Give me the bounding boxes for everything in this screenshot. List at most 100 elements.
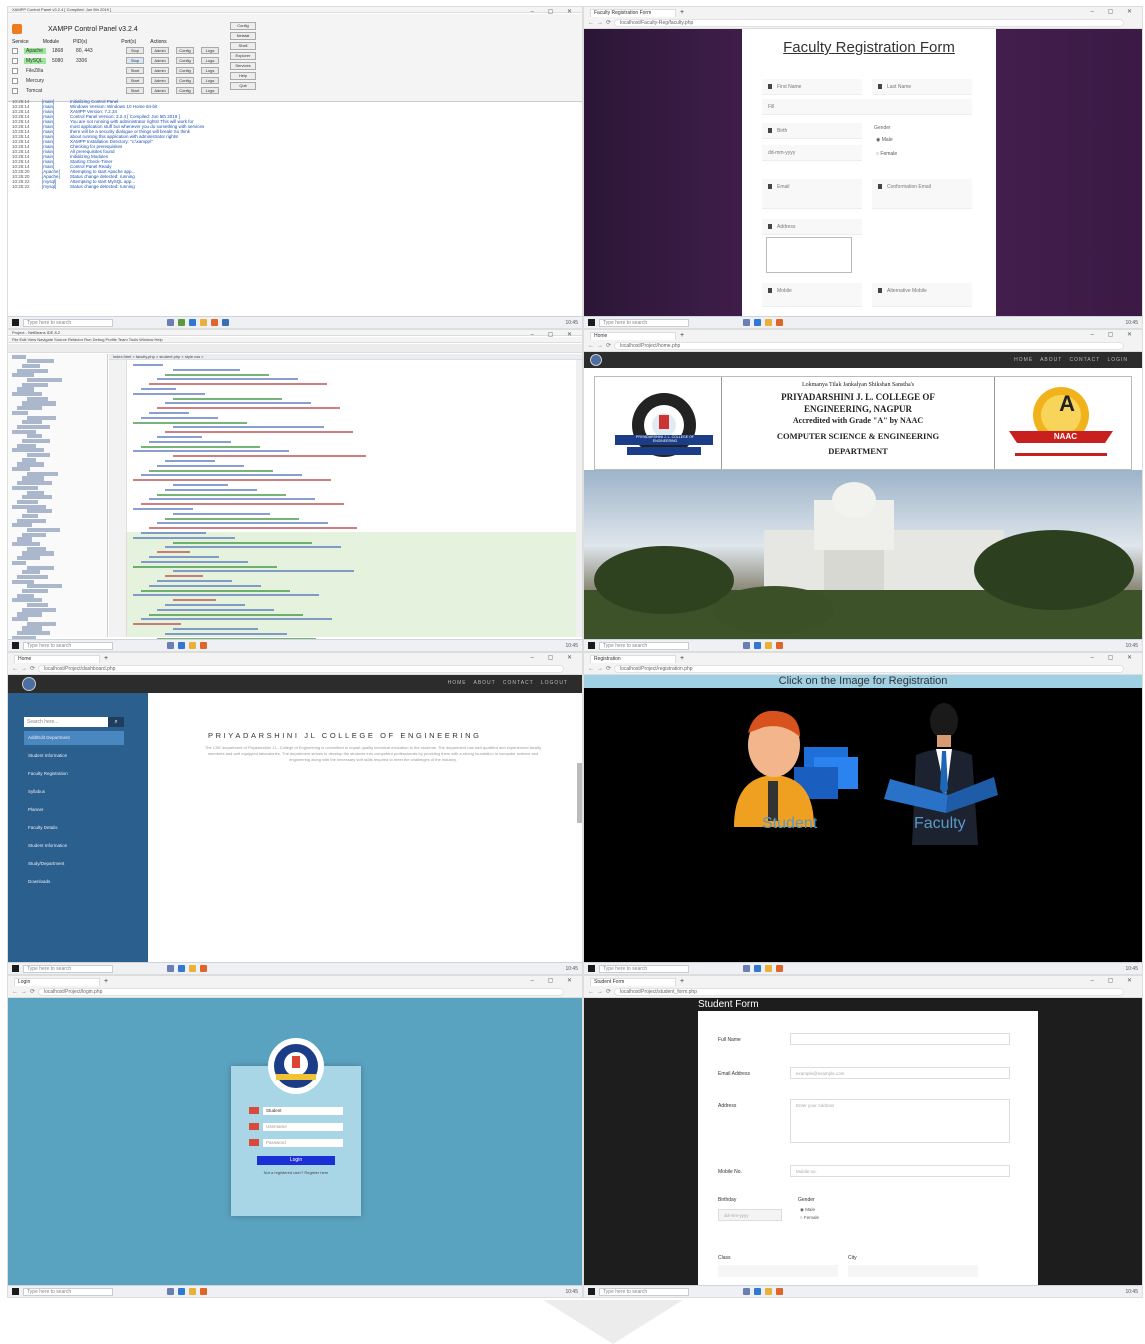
nav-contact[interactable]: CONTACT <box>503 680 534 686</box>
tree-node[interactable] <box>12 617 28 622</box>
nav-contact[interactable]: CONTACT <box>1069 357 1100 363</box>
browser-tab[interactable]: Student Form <box>590 978 676 986</box>
browser-icon[interactable] <box>754 319 761 326</box>
windows-start-icon[interactable] <box>12 642 19 649</box>
tree-node[interactable] <box>12 373 34 378</box>
sidebar-menu-item[interactable]: Faculty Details <box>24 821 124 835</box>
folder-icon[interactable] <box>189 965 196 972</box>
service-checkbox[interactable] <box>12 58 18 64</box>
task-view-icon[interactable] <box>167 965 174 972</box>
tree-node[interactable] <box>27 396 48 401</box>
windows-start-icon[interactable] <box>588 642 595 649</box>
site-logo-icon[interactable] <box>22 677 36 691</box>
help-button[interactable]: Help <box>230 72 256 80</box>
xampp-task-icon[interactable] <box>776 1288 783 1295</box>
sidebar-search-input[interactable]: Search here... <box>24 717 108 727</box>
tree-node[interactable] <box>22 626 42 631</box>
xampp-task-icon[interactable] <box>200 642 207 649</box>
mysql-logs-button[interactable]: Logs <box>201 57 219 64</box>
window-controls[interactable]: – ▢ ✕ <box>1091 8 1138 15</box>
nav-arrows-icon[interactable]: ←→⟳ <box>588 988 614 995</box>
tree-node[interactable] <box>12 354 26 359</box>
new-tab-icon[interactable]: + <box>680 9 684 17</box>
tree-node[interactable] <box>22 532 46 537</box>
filezilla-config-button[interactable]: Config <box>176 67 194 74</box>
service-checkbox[interactable] <box>12 88 18 94</box>
tree-node[interactable] <box>17 443 36 448</box>
tree-node[interactable] <box>17 406 42 411</box>
project-tree[interactable] <box>8 354 108 651</box>
sidebar-menu-item[interactable]: Faculty Registration <box>24 767 124 781</box>
nav-about[interactable]: ABOUT <box>474 680 496 686</box>
sidebar-menu-item[interactable]: Student Information <box>24 749 124 763</box>
taskbar-search[interactable]: Type here to search <box>599 1287 689 1296</box>
task-view-icon[interactable] <box>743 319 750 326</box>
browser-icon[interactable] <box>754 642 761 649</box>
address-textarea[interactable]: Enter your Address <box>790 1099 1010 1143</box>
browser-tab[interactable]: Home <box>14 655 100 663</box>
tomcat-config-button[interactable]: Config <box>176 87 194 94</box>
app-icon[interactable] <box>178 319 185 326</box>
tree-node[interactable] <box>17 368 48 373</box>
tree-node[interactable] <box>27 565 54 570</box>
folder-icon[interactable] <box>189 1288 196 1295</box>
tree-node[interactable] <box>17 574 48 579</box>
tree-node[interactable] <box>12 598 42 603</box>
fill-field[interactable]: Fill <box>762 99 972 115</box>
last-name-field[interactable]: Last Name <box>872 79 972 95</box>
windows-start-icon[interactable] <box>588 319 595 326</box>
tree-node[interactable] <box>22 551 54 556</box>
windows-start-icon[interactable] <box>12 319 19 326</box>
nav-home[interactable]: HOME <box>448 680 467 686</box>
sidebar-menu-item[interactable]: Study/Department <box>24 857 124 871</box>
folder-icon[interactable] <box>189 642 196 649</box>
apache-admin-button[interactable]: Admin <box>151 47 169 54</box>
nav-arrows-icon[interactable]: ←→⟳ <box>12 988 38 995</box>
filezilla-admin-button[interactable]: Admin <box>151 67 169 74</box>
services-button[interactable]: Services <box>230 62 256 70</box>
service-checkbox[interactable] <box>12 48 18 54</box>
new-tab-icon[interactable]: + <box>680 332 684 340</box>
tomcat-admin-button[interactable]: Admin <box>151 87 169 94</box>
role-select[interactable]: Student <box>249 1106 343 1115</box>
tree-node[interactable] <box>12 429 36 434</box>
browser-icon[interactable] <box>178 965 185 972</box>
filezilla-start-button[interactable]: Start <box>126 67 144 74</box>
tree-node[interactable] <box>17 537 32 542</box>
tree-node[interactable] <box>12 485 38 490</box>
sidebar-menu-item[interactable]: Downloads <box>24 875 124 889</box>
site-logo-icon[interactable] <box>590 354 602 366</box>
tree-node[interactable] <box>12 504 46 509</box>
xampp-task-icon[interactable] <box>776 642 783 649</box>
nav-arrows-icon[interactable]: ←→⟳ <box>588 665 614 672</box>
tree-node[interactable] <box>22 607 56 612</box>
task-view-icon[interactable] <box>743 1288 750 1295</box>
full-name-input[interactable] <box>790 1033 1010 1045</box>
birthday-input[interactable]: dd-mm-yyyy <box>718 1209 782 1221</box>
folder-icon[interactable] <box>200 319 207 326</box>
folder-icon[interactable] <box>765 642 772 649</box>
mobile-field[interactable]: Mobile <box>762 283 862 307</box>
gender-male-radio[interactable]: ◉ Male <box>800 1207 815 1213</box>
ide-menubar[interactable]: File Edit View Navigate Source Refactor … <box>8 337 582 343</box>
nav-arrows-icon[interactable]: ←→⟳ <box>588 342 614 349</box>
quit-button[interactable]: Quit <box>230 82 256 90</box>
xampp-task-icon[interactable] <box>200 1288 207 1295</box>
address-bar[interactable]: localhost/Project/login.php <box>38 988 564 996</box>
tree-node[interactable] <box>22 438 50 444</box>
tree-node[interactable] <box>27 621 56 626</box>
nav-logout[interactable]: LOGOUT <box>541 680 568 686</box>
windows-start-icon[interactable] <box>12 1288 19 1295</box>
mysql-stop-button[interactable]: Stop <box>126 57 144 64</box>
tree-node[interactable] <box>27 434 42 439</box>
window-controls[interactable]: – ▢ ✕ <box>1091 654 1138 661</box>
sidebar-menu-item[interactable]: Planner <box>24 803 124 817</box>
folder-icon[interactable] <box>765 319 772 326</box>
sidebar-menu-item[interactable]: Student Information <box>24 839 124 853</box>
browser-tab[interactable]: Registration <box>590 655 676 663</box>
new-tab-icon[interactable]: + <box>680 978 684 986</box>
tree-node[interactable] <box>12 392 42 397</box>
tree-node[interactable] <box>22 420 42 425</box>
tree-node[interactable] <box>27 359 54 364</box>
task-view-icon[interactable] <box>167 642 174 649</box>
